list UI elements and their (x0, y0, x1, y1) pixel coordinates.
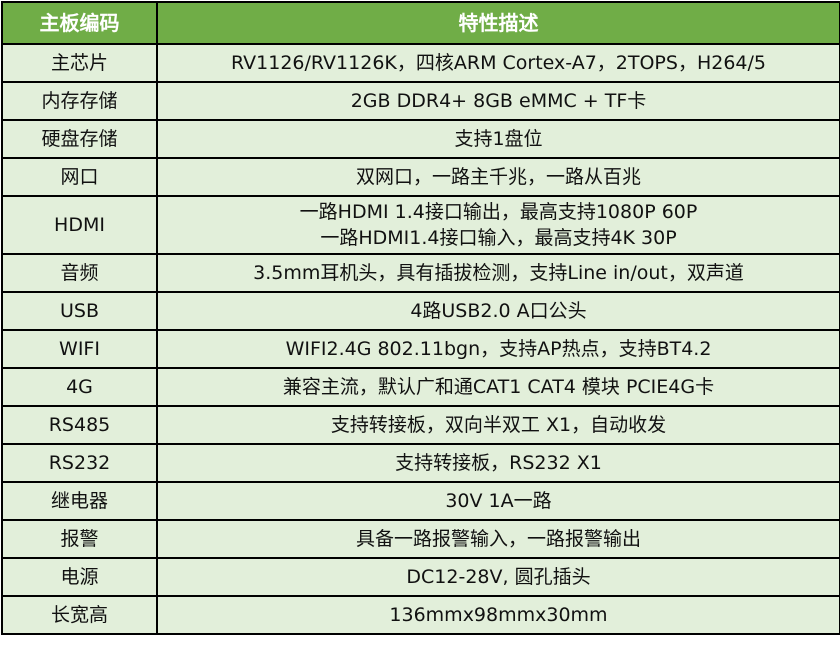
description-line: 3.5mm耳机头，具有插拔检测，支持Line in/out，双声道 (253, 262, 744, 284)
table-row: 主芯片 RV1126/RV1126K，四核ARM Cortex-A7，2TOPS，… (1, 43, 840, 83)
row-label: RS232 (1, 443, 158, 483)
table-row: 4G 兼容主流，默认广和通CAT1 CAT4 模块 PCIE4G卡 (1, 367, 840, 407)
description-line: 兼容主流，默认广和通CAT1 CAT4 模块 PCIE4G卡 (282, 376, 715, 398)
table-row: 继电器 30V 1A一路 (1, 481, 840, 521)
description-line: 136mmx98mmx30mm (389, 604, 608, 626)
description-line: 30V 1A一路 (445, 490, 552, 512)
table-row: 硬盘存储 支持1盘位 (1, 119, 840, 159)
row-label: USB (1, 291, 158, 331)
description-line: 双网口，一路主千兆，一路从百兆 (355, 166, 641, 188)
table-row: 网口 双网口，一路主千兆，一路从百兆 (1, 157, 840, 197)
header-board-code: 主板编码 (1, 1, 158, 45)
row-label: 音频 (1, 253, 158, 293)
description-line: 支持转接板，双向半双工 X1，自动收发 (330, 414, 667, 436)
row-description: 双网口，一路主千兆，一路从百兆 (156, 157, 840, 197)
table-row: 电源 DC12-28V, 圆孔插头 (1, 557, 840, 597)
description-line: 4路USB2.0 A口公头 (410, 300, 587, 322)
row-label: 硬盘存储 (1, 119, 158, 159)
description-line: RV1126/RV1126K，四核ARM Cortex-A7，2TOPS，H26… (230, 52, 766, 74)
row-description: 4路USB2.0 A口公头 (156, 291, 840, 331)
table-row: WIFI WIFI2.4G 802.11bgn，支持AP热点，支持BT4.2 (1, 329, 840, 369)
row-description: 30V 1A一路 (156, 481, 840, 521)
row-description: 支持转接板，RS232 X1 (156, 443, 840, 483)
description-line: WIFI2.4G 802.11bgn，支持AP热点，支持BT4.2 (285, 338, 712, 360)
table-row: 音频 3.5mm耳机头，具有插拔检测，支持Line in/out，双声道 (1, 253, 840, 293)
row-label: 报警 (1, 519, 158, 559)
description-line: 具备一路报警输入，一路报警输出 (355, 528, 641, 550)
description-line: 支持转接板，RS232 X1 (395, 452, 602, 474)
description-line: 支持1盘位 (454, 128, 543, 150)
row-label: 主芯片 (1, 43, 158, 83)
row-description: 136mmx98mmx30mm (156, 595, 840, 635)
table-row: RS232 支持转接板，RS232 X1 (1, 443, 840, 483)
spec-rows: 主芯片 RV1126/RV1126K，四核ARM Cortex-A7，2TOPS，… (1, 43, 840, 635)
description-line: 2GB DDR4+ 8GB eMMC + TF卡 (350, 90, 647, 112)
description-line: 一路HDMI1.4接口输入，最高支持4K 30P (320, 227, 677, 249)
row-description: 一路HDMI 1.4接口输出，最高支持1080P 60P 一路HDMI1.4接口输… (156, 195, 840, 255)
row-description: 兼容主流，默认广和通CAT1 CAT4 模块 PCIE4G卡 (156, 367, 840, 407)
row-label: 内存存储 (1, 81, 158, 121)
description-line: 一路HDMI 1.4接口输出，最高支持1080P 60P (299, 201, 698, 223)
row-label: 网口 (1, 157, 158, 197)
row-label: WIFI (1, 329, 158, 369)
row-description: DC12-28V, 圆孔插头 (156, 557, 840, 597)
row-description: WIFI2.4G 802.11bgn，支持AP热点，支持BT4.2 (156, 329, 840, 369)
row-label: 电源 (1, 557, 158, 597)
table-row: 内存存储 2GB DDR4+ 8GB eMMC + TF卡 (1, 81, 840, 121)
row-label: 长宽高 (1, 595, 158, 635)
table-row: 报警 具备一路报警输入，一路报警输出 (1, 519, 840, 559)
table-row: HDMI 一路HDMI 1.4接口输出，最高支持1080P 60P 一路HDMI1.… (1, 195, 840, 255)
row-label: 继电器 (1, 481, 158, 521)
header-feature-description: 特性描述 (156, 1, 840, 45)
row-label: RS485 (1, 405, 158, 445)
table-row: USB 4路USB2.0 A口公头 (1, 291, 840, 331)
row-description: 2GB DDR4+ 8GB eMMC + TF卡 (156, 81, 840, 121)
row-label: HDMI (1, 195, 158, 255)
header-row: 主板编码 特性描述 (1, 1, 840, 45)
spec-table: 主板编码 特性描述 主芯片 RV1126/RV1126K，四核ARM Cortex… (1, 1, 840, 635)
table-row: RS485 支持转接板，双向半双工 X1，自动收发 (1, 405, 840, 445)
table-row: 长宽高 136mmx98mmx30mm (1, 595, 840, 635)
row-description: 支持1盘位 (156, 119, 840, 159)
description-line: DC12-28V, 圆孔插头 (406, 566, 591, 588)
row-description: 支持转接板，双向半双工 X1，自动收发 (156, 405, 840, 445)
row-description: RV1126/RV1126K，四核ARM Cortex-A7，2TOPS，H26… (156, 43, 840, 83)
row-description: 3.5mm耳机头，具有插拔检测，支持Line in/out，双声道 (156, 253, 840, 293)
row-description: 具备一路报警输入，一路报警输出 (156, 519, 840, 559)
row-label: 4G (1, 367, 158, 407)
